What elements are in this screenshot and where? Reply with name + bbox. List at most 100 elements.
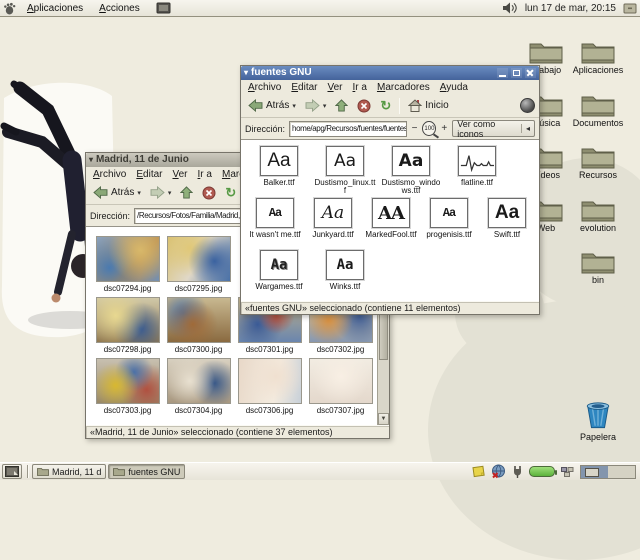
photo-thumbnail (167, 236, 231, 282)
sticky-note-icon[interactable] (472, 465, 485, 478)
minimize-button[interactable] (497, 68, 508, 78)
status-text: «Madrid, 11 de Junio» seleccionado (cont… (90, 427, 333, 437)
desktop-icon-evolution[interactable]: evolution (566, 196, 630, 233)
battery-indicator[interactable] (529, 466, 555, 477)
menu-ver[interactable]: Ver (167, 169, 192, 180)
trash-icon (584, 400, 612, 431)
forward-dropdown-icon[interactable]: ▾ (323, 102, 327, 110)
zoom-out-button[interactable]: − (411, 124, 419, 134)
stop-button[interactable] (199, 185, 219, 201)
madrid-statusbar: «Madrid, 11 de Junio» seleccionado (cont… (86, 425, 389, 438)
folder-icon (581, 248, 615, 274)
font-file[interactable]: flatline.ttf (444, 146, 510, 198)
gnome-foot-icon[interactable] (0, 2, 19, 15)
menu-ira[interactable]: Ir a (348, 82, 372, 93)
up-button[interactable] (332, 98, 351, 113)
desktop-icon-recursos[interactable]: Recursos (566, 143, 630, 180)
photo-item[interactable]: dsc07307.jpg (305, 358, 376, 419)
back-button[interactable]: Atrás ▾ (90, 185, 144, 200)
fuentes-content: AaBalker.ttf AaDustismo_linux.ttf AaDust… (241, 140, 539, 301)
back-label: Atrás (266, 100, 289, 111)
desktop-icon-documentos[interactable]: Documentos (566, 91, 630, 128)
font-file[interactable]: AaSwift.ttf (478, 198, 536, 250)
back-dropdown-icon[interactable]: ▾ (137, 189, 141, 197)
scrollbar-track[interactable] (378, 361, 389, 413)
font-file[interactable]: AaDustismo_windows.ttf (378, 146, 444, 198)
back-dropdown-icon[interactable]: ▾ (292, 102, 296, 110)
font-file[interactable]: AaWargames.ttf (246, 250, 312, 301)
menu-editar[interactable]: Editar (131, 169, 167, 180)
zoom-in-button[interactable]: + (440, 124, 448, 134)
maximize-button[interactable] (511, 68, 522, 78)
font-file[interactable]: AaBalker.ttf (246, 146, 312, 198)
desktop-icon-aplicaciones[interactable]: Aplicaciones (566, 38, 630, 75)
taskbar-button-fuentes[interactable]: fuentes GNU (108, 464, 185, 479)
photo-item[interactable]: dsc07294.jpg (92, 236, 163, 297)
close-button[interactable] (525, 68, 536, 78)
forward-dropdown-icon[interactable]: ▾ (168, 189, 172, 197)
clock-applet[interactable]: lun 17 de mar, 20:15 (523, 3, 618, 14)
menu-ira[interactable]: Ir a (193, 169, 217, 180)
photo-item[interactable]: dsc07303.jpg (92, 358, 163, 419)
fuentes-statusbar: «fuentes GNU» seleccionado (contiene 11 … (241, 301, 539, 314)
folder-icon (529, 38, 563, 64)
menu-aplicaciones[interactable]: Aplicaciones (19, 3, 91, 14)
workspace-2[interactable] (608, 466, 635, 478)
font-preview-glyph: Aa (269, 206, 281, 220)
font-preview-glyph: Aa (322, 203, 344, 223)
menu-marcadores[interactable]: Marcadores (372, 82, 435, 93)
menu-acciones[interactable]: Acciones (91, 3, 148, 14)
network-offline-icon[interactable] (491, 464, 506, 479)
taskbar-button-madrid[interactable]: Madrid, 11 d (32, 464, 106, 479)
photo-item[interactable]: dsc07295.jpg (163, 236, 234, 297)
font-preview-glyph: Aa (443, 206, 455, 220)
photo-item[interactable]: dsc07300.jpg (163, 297, 234, 358)
home-button[interactable]: Inicio (405, 98, 451, 113)
view-mode-dropdown[interactable]: Ver como iconos ◂ (452, 120, 535, 137)
location-input[interactable]: home/apg/Recursos/fuentes/fuentes GNU (289, 121, 407, 137)
scroll-down-arrow[interactable]: ▼ (378, 413, 389, 425)
photo-thumbnail (309, 358, 373, 404)
menu-ver[interactable]: Ver (322, 82, 347, 93)
show-desktop-button[interactable] (2, 464, 22, 479)
back-button[interactable]: Atrás ▾ (245, 98, 299, 113)
fuentes-titlebar[interactable]: ▾ fuentes GNU (241, 66, 539, 80)
reload-button[interactable]: ↻ (222, 185, 239, 200)
font-file[interactable]: Aaprogenisis.ttf (420, 198, 478, 250)
photo-item[interactable]: dsc07298.jpg (92, 297, 163, 358)
font-file[interactable]: AaJunkyard.ttf (304, 198, 362, 250)
window-menu-icon[interactable]: ▾ (244, 66, 248, 80)
forward-button[interactable]: ▾ (147, 185, 175, 200)
font-file[interactable]: AaWinks.ttf (312, 250, 378, 301)
power-plug-icon[interactable] (512, 465, 523, 479)
desktop-icon-trash[interactable]: Papelera (566, 400, 630, 442)
menu-archivo[interactable]: Archivo (88, 169, 131, 180)
photo-thumbnail (238, 358, 302, 404)
menu-ayuda[interactable]: Ayuda (435, 82, 473, 93)
up-button[interactable] (177, 185, 196, 200)
window-menu-icon[interactable]: ▾ (89, 153, 93, 167)
home-label: Inicio (425, 100, 448, 111)
reload-button[interactable]: ↻ (377, 98, 394, 113)
fuentes-menubar: Archivo Editar Ver Ir a Marcadores Ayuda (241, 80, 539, 94)
terminal-launcher-icon[interactable] (156, 2, 171, 15)
photo-item[interactable]: dsc07306.jpg (234, 358, 305, 419)
menu-archivo[interactable]: Archivo (243, 82, 286, 93)
window-selector-icon[interactable] (561, 467, 574, 477)
volume-icon[interactable] (502, 2, 518, 14)
font-file[interactable]: AaDustismo_linux.ttf (312, 146, 378, 198)
photo-item[interactable]: dsc07304.jpg (163, 358, 234, 419)
fuentes-addressbar: Dirección: home/apg/Recursos/fuentes/fue… (241, 118, 539, 140)
stop-icon (357, 99, 371, 113)
font-file[interactable]: AaIt wasn't me.ttf (246, 198, 304, 250)
forward-button[interactable]: ▾ (302, 98, 330, 113)
font-file[interactable]: AAMarkedFool.ttf (362, 198, 420, 250)
desktop-icon-bin[interactable]: bin (566, 248, 630, 285)
workspace-1[interactable] (581, 466, 608, 478)
zoom-level-indicator[interactable]: 100 (422, 121, 436, 136)
drawer-icon[interactable] (623, 2, 637, 14)
stop-button[interactable] (354, 98, 374, 114)
menu-editar[interactable]: Editar (286, 82, 322, 93)
photo-thumbnail (96, 236, 160, 282)
desktop-icon-label: Aplicaciones (573, 65, 624, 75)
